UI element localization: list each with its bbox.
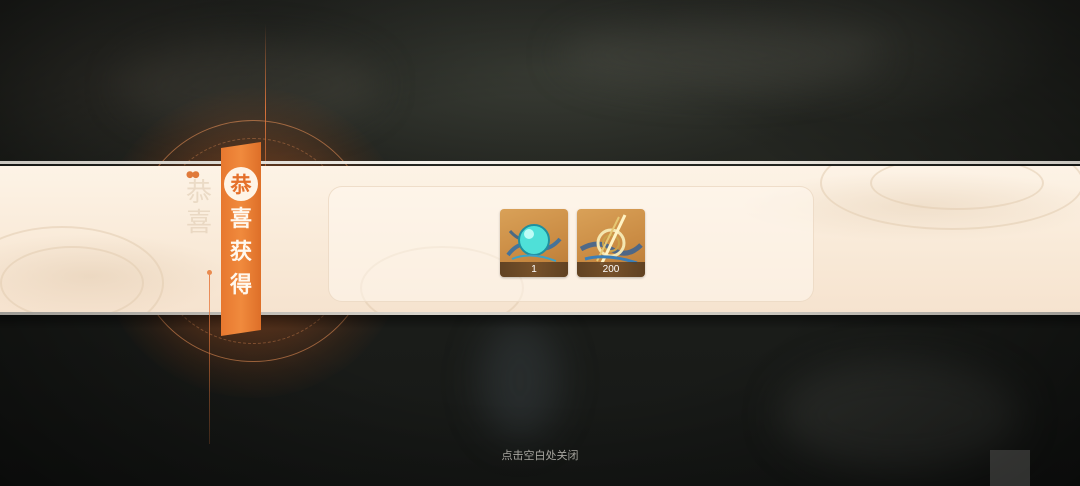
congrats-tag-char: 获: [229, 239, 252, 265]
congrats-tag-char: 得: [229, 272, 252, 298]
congrats-tag-char: 喜: [229, 206, 252, 232]
reward-item-slot[interactable]: 200: [577, 209, 645, 277]
banner-shadow: [0, 315, 1080, 329]
close-hint-text: 点击空白处关闭: [501, 449, 579, 462]
item-quantity: 200: [577, 262, 645, 277]
congrats-tag-first-char: 恭: [224, 167, 258, 201]
reward-item-slot[interactable]: 1: [500, 209, 568, 277]
decorative-line: [209, 272, 210, 444]
decorative-dots: ●●: [186, 170, 200, 180]
banner-top-border: [0, 161, 1080, 164]
ghost-title-watermark: 恭喜: [186, 178, 213, 238]
reward-items-panel: [328, 186, 814, 302]
decorative-dot: [207, 270, 212, 275]
item-quantity: 1: [500, 262, 568, 277]
corner-button[interactable]: [990, 450, 1030, 486]
